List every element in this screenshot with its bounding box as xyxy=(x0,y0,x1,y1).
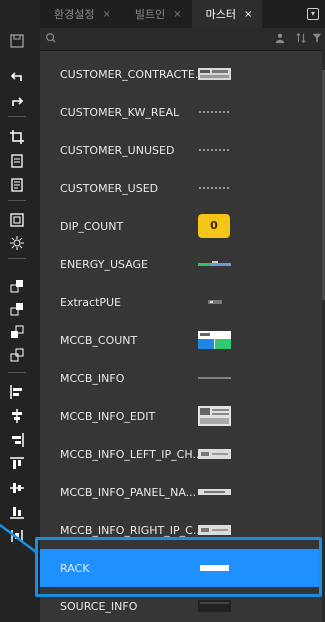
item-thumbnail xyxy=(199,111,230,113)
item-thumbnail xyxy=(199,187,230,189)
group-icon[interactable] xyxy=(5,209,29,231)
list-item[interactable]: MCCB_INFO_PANEL_NA... xyxy=(40,473,322,511)
list-item[interactable]: DIP_COUNT 0 xyxy=(40,207,322,245)
list-item[interactable]: ENERGY_USAGE xyxy=(40,245,322,283)
item-thumbnail xyxy=(198,261,231,266)
align-top-icon[interactable] xyxy=(5,453,29,475)
toolbar-divider xyxy=(8,116,26,117)
send-backward-icon[interactable] xyxy=(5,321,29,343)
tab-master[interactable]: 마스터 × xyxy=(191,0,263,28)
selection-highlight-box xyxy=(35,537,322,597)
bring-forward-icon[interactable] xyxy=(5,298,29,320)
toolbar-divider xyxy=(8,258,26,259)
item-thumbnail xyxy=(198,331,231,349)
item-label: SOURCE_INFO xyxy=(60,599,138,613)
master-panel: 환경설정 × 빌트인 × 마스터 × ▾ CUSTOMER_CONTRACTE.… xyxy=(40,0,325,622)
item-label: CUSTOMER_KW_REAL xyxy=(60,105,180,119)
item-label: CUSTOMER_USED xyxy=(60,181,159,195)
align-center-icon[interactable] xyxy=(5,405,29,427)
search-input[interactable] xyxy=(46,30,262,50)
item-label: CUSTOMER_UNUSED xyxy=(60,143,175,157)
item-label: MCCB_INFO_PANEL_NA... xyxy=(60,485,197,499)
item-label: ENERGY_USAGE xyxy=(60,257,149,271)
item-label: MCCB_INFO_LEFT_IP_CH... xyxy=(60,447,203,461)
undo-icon[interactable] xyxy=(5,66,29,88)
item-thumbnail xyxy=(199,149,230,151)
item-thumbnail xyxy=(208,300,222,304)
count-badge: 0 xyxy=(198,214,230,238)
filter-icon[interactable] xyxy=(310,32,324,46)
align-left-icon[interactable] xyxy=(5,381,29,403)
item-label: MCCB_INFO_RIGHT_IP_C... xyxy=(60,523,204,537)
redo-icon[interactable] xyxy=(5,91,29,113)
tab-label: 빌트인 xyxy=(134,8,166,21)
list-item[interactable]: CUSTOMER_KW_REAL xyxy=(40,93,322,131)
tab-label: 마스터 xyxy=(205,8,237,21)
align-middle-icon[interactable] xyxy=(5,477,29,499)
send-back-icon[interactable] xyxy=(5,344,29,366)
item-label: MCCB_INFO xyxy=(60,371,125,385)
list-item[interactable]: MCCB_INFO_EDIT xyxy=(40,397,322,435)
toolbar-divider xyxy=(8,372,26,373)
list-item[interactable]: MCCB_INFO xyxy=(40,359,322,397)
item-thumbnail xyxy=(198,489,231,495)
item-label: CUSTOMER_CONTRACTE... xyxy=(60,67,206,81)
crop-icon[interactable] xyxy=(5,126,29,148)
document-icon[interactable] xyxy=(5,174,29,196)
tab-environment[interactable]: 환경설정 × xyxy=(40,0,121,28)
search-bar xyxy=(40,28,325,51)
item-label: ExtractPUE xyxy=(60,295,122,309)
item-label: MCCB_COUNT xyxy=(60,333,138,347)
list-item[interactable]: ExtractPUE xyxy=(40,283,322,321)
close-icon[interactable]: × xyxy=(244,9,252,20)
close-icon[interactable]: × xyxy=(173,9,181,20)
align-right-icon[interactable] xyxy=(5,429,29,451)
tab-label: 환경설정 xyxy=(54,8,95,21)
list-item[interactable]: CUSTOMER_UNUSED xyxy=(40,131,322,169)
left-toolbar xyxy=(0,0,41,622)
distribute-icon[interactable] xyxy=(5,525,29,547)
page-icon[interactable] xyxy=(5,150,29,172)
item-label: DIP_COUNT xyxy=(60,219,124,233)
list-item[interactable]: MCCB_INFO_LEFT_IP_CH... xyxy=(40,435,322,473)
tab-builtin[interactable]: 빌트인 × xyxy=(121,0,192,28)
item-thumbnail xyxy=(198,68,231,80)
item-thumbnail xyxy=(198,600,231,612)
list-item[interactable]: MCCB_COUNT xyxy=(40,321,322,359)
bring-front-icon[interactable] xyxy=(5,275,29,297)
save-icon[interactable] xyxy=(5,30,29,52)
toolbar-divider xyxy=(8,200,26,201)
item-thumbnail xyxy=(198,377,231,379)
item-thumbnail xyxy=(198,406,231,426)
list-item[interactable]: CUSTOMER_USED xyxy=(40,169,322,207)
component-icon[interactable] xyxy=(5,232,29,254)
align-bottom-icon[interactable] xyxy=(5,501,29,523)
user-icon[interactable] xyxy=(273,32,287,46)
item-thumbnail xyxy=(198,525,231,535)
item-thumbnail xyxy=(198,449,231,459)
close-icon[interactable]: × xyxy=(102,9,110,20)
tab-bar: 환경설정 × 빌트인 × 마스터 × ▾ xyxy=(40,0,325,28)
list-item[interactable]: CUSTOMER_CONTRACTE... xyxy=(40,55,322,93)
item-label: MCCB_INFO_EDIT xyxy=(60,409,156,423)
tab-menu-icon[interactable]: ▾ xyxy=(307,8,319,20)
sort-icon[interactable] xyxy=(294,32,308,46)
